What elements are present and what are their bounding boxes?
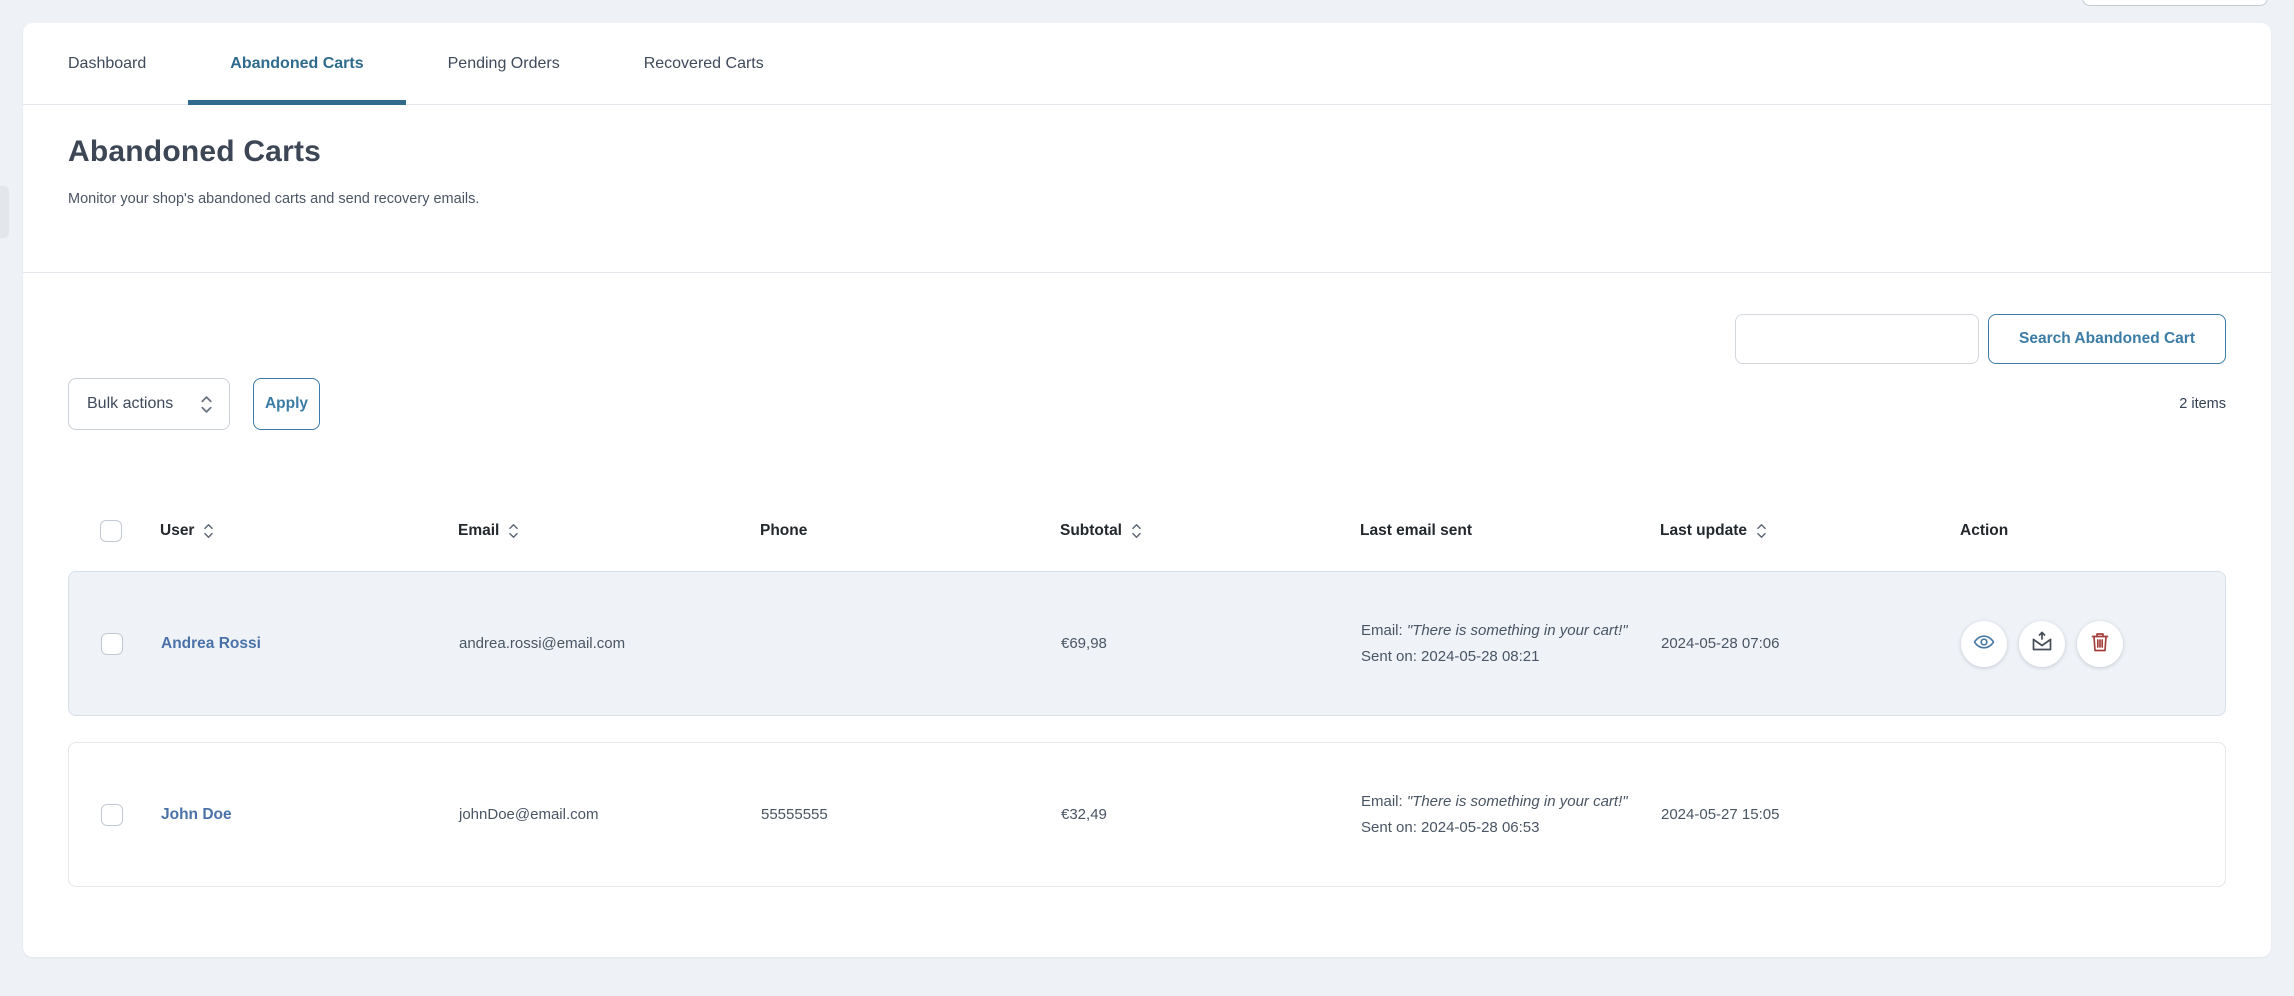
sent-on: Sent on: 2024-05-28 06:53 bbox=[1361, 815, 1653, 841]
delete-cart-button[interactable] bbox=[2077, 621, 2123, 667]
tab-abandoned-carts[interactable]: Abandoned Carts bbox=[188, 23, 405, 104]
row-checkbox[interactable] bbox=[101, 804, 123, 826]
row-actions bbox=[1961, 621, 2225, 667]
sort-icon[interactable] bbox=[1131, 523, 1142, 539]
search-row: Search Abandoned Cart bbox=[68, 314, 2226, 364]
last-email-label: Email: bbox=[1361, 793, 1407, 810]
last-email-sent-cell: Email: "There is something in your cart!… bbox=[1361, 789, 1653, 841]
column-label: Last email sent bbox=[1360, 522, 1472, 540]
tab-bar: Dashboard Abandoned Carts Pending Orders… bbox=[23, 23, 2271, 105]
eye-icon bbox=[1972, 630, 1996, 657]
email-cell: andrea.rossi@email.com bbox=[459, 635, 761, 652]
column-label: Subtotal bbox=[1060, 522, 1122, 540]
column-header-user[interactable]: User bbox=[160, 522, 458, 540]
view-cart-button[interactable] bbox=[1961, 621, 2007, 667]
sent-on: Sent on: 2024-05-28 08:21 bbox=[1361, 644, 1653, 670]
column-label: Email bbox=[458, 522, 499, 540]
chevron-up-down-icon bbox=[200, 395, 213, 414]
bulk-actions-group: Bulk actions Apply bbox=[68, 378, 320, 430]
page-title: Abandoned Carts bbox=[68, 135, 2226, 169]
search-abandoned-cart-button[interactable]: Search Abandoned Cart bbox=[1988, 314, 2226, 364]
column-label: User bbox=[160, 522, 194, 540]
last-update-cell: 2024-05-27 15:05 bbox=[1661, 806, 1961, 823]
trash-icon bbox=[2088, 630, 2112, 657]
last-email-subject: "There is something in your cart!" bbox=[1407, 622, 1628, 639]
subtotal-cell: €69,98 bbox=[1061, 635, 1361, 652]
toolbar-row: Bulk actions Apply 2 items bbox=[68, 378, 2226, 430]
sort-icon[interactable] bbox=[203, 523, 214, 539]
column-header-subtotal[interactable]: Subtotal bbox=[1060, 522, 1360, 540]
phone-cell: 55555555 bbox=[761, 806, 1061, 823]
page-header: Abandoned Carts Monitor your shop's aban… bbox=[23, 105, 2271, 273]
table-row: Andrea Rossi andrea.rossi@email.com €69,… bbox=[68, 571, 2226, 716]
tab-pending-orders[interactable]: Pending Orders bbox=[406, 23, 602, 104]
select-all-checkbox[interactable] bbox=[100, 520, 122, 542]
row-checkbox[interactable] bbox=[101, 633, 123, 655]
column-header-last-update[interactable]: Last update bbox=[1660, 522, 1960, 540]
last-email-label: Email: bbox=[1361, 622, 1407, 639]
column-header-action: Action bbox=[1960, 522, 2226, 540]
search-input[interactable] bbox=[1735, 314, 1979, 364]
page-subtitle: Monitor your shop's abandoned carts and … bbox=[68, 191, 2226, 207]
column-header-email[interactable]: Email bbox=[458, 522, 760, 540]
send-recovery-email-button[interactable] bbox=[2019, 621, 2065, 667]
column-label: Last update bbox=[1660, 522, 1747, 540]
user-link[interactable]: John Doe bbox=[161, 806, 232, 823]
email-cell: johnDoe@email.com bbox=[459, 806, 761, 823]
page: Dashboard Abandoned Carts Pending Orders… bbox=[0, 0, 2294, 996]
table-row: John Doe johnDoe@email.com 55555555 €32,… bbox=[68, 742, 2226, 887]
main-card: Dashboard Abandoned Carts Pending Orders… bbox=[23, 23, 2271, 957]
collapsed-sidebar-handle[interactable] bbox=[0, 186, 9, 238]
column-header-phone: Phone bbox=[760, 522, 1060, 540]
last-update-cell: 2024-05-28 07:06 bbox=[1661, 635, 1961, 652]
column-label: Action bbox=[1960, 522, 2008, 540]
apply-button[interactable]: Apply bbox=[253, 378, 320, 430]
partial-topright-button[interactable] bbox=[2082, 0, 2268, 6]
bulk-actions-select[interactable]: Bulk actions bbox=[68, 378, 230, 430]
last-email-subject: "There is something in your cart!" bbox=[1407, 793, 1628, 810]
last-email-sent-cell: Email: "There is something in your cart!… bbox=[1361, 618, 1653, 670]
tab-dashboard[interactable]: Dashboard bbox=[26, 23, 188, 104]
subtotal-cell: €32,49 bbox=[1061, 806, 1361, 823]
content: Search Abandoned Cart Bulk actions Apply… bbox=[23, 314, 2271, 887]
column-label: Phone bbox=[760, 522, 807, 540]
tab-recovered-carts[interactable]: Recovered Carts bbox=[602, 23, 806, 104]
user-link[interactable]: Andrea Rossi bbox=[161, 635, 261, 652]
items-count: 2 items bbox=[2179, 396, 2226, 412]
bulk-actions-label: Bulk actions bbox=[87, 395, 173, 413]
sort-icon[interactable] bbox=[508, 523, 519, 539]
column-header-last-email-sent: Last email sent bbox=[1360, 522, 1660, 540]
send-email-icon bbox=[2030, 630, 2054, 657]
sort-icon[interactable] bbox=[1756, 523, 1767, 539]
table-header: User Email Phone bbox=[68, 513, 2226, 549]
abandoned-carts-table: User Email Phone bbox=[68, 513, 2226, 887]
